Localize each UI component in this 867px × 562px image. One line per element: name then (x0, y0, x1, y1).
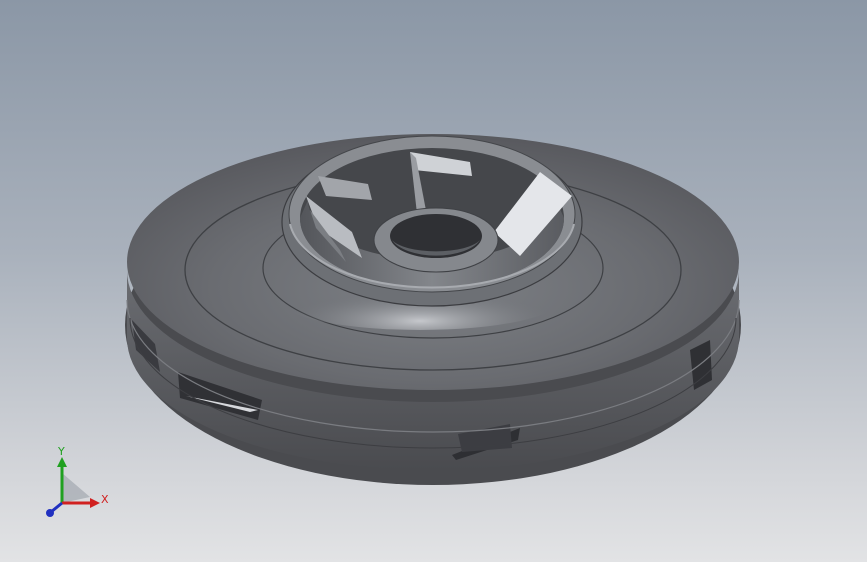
triad-graphic (46, 457, 100, 517)
impeller-model[interactable] (0, 0, 867, 562)
x-axis-head (90, 498, 100, 508)
y-axis-head (57, 457, 67, 467)
graphics-viewport[interactable]: X Y (0, 0, 867, 562)
z-axis-head (46, 509, 54, 517)
x-axis-label: X (101, 493, 109, 506)
y-axis-label: Y (58, 445, 65, 458)
triad-xy-plane (62, 473, 90, 503)
coordinate-triad[interactable]: X Y (40, 445, 120, 525)
